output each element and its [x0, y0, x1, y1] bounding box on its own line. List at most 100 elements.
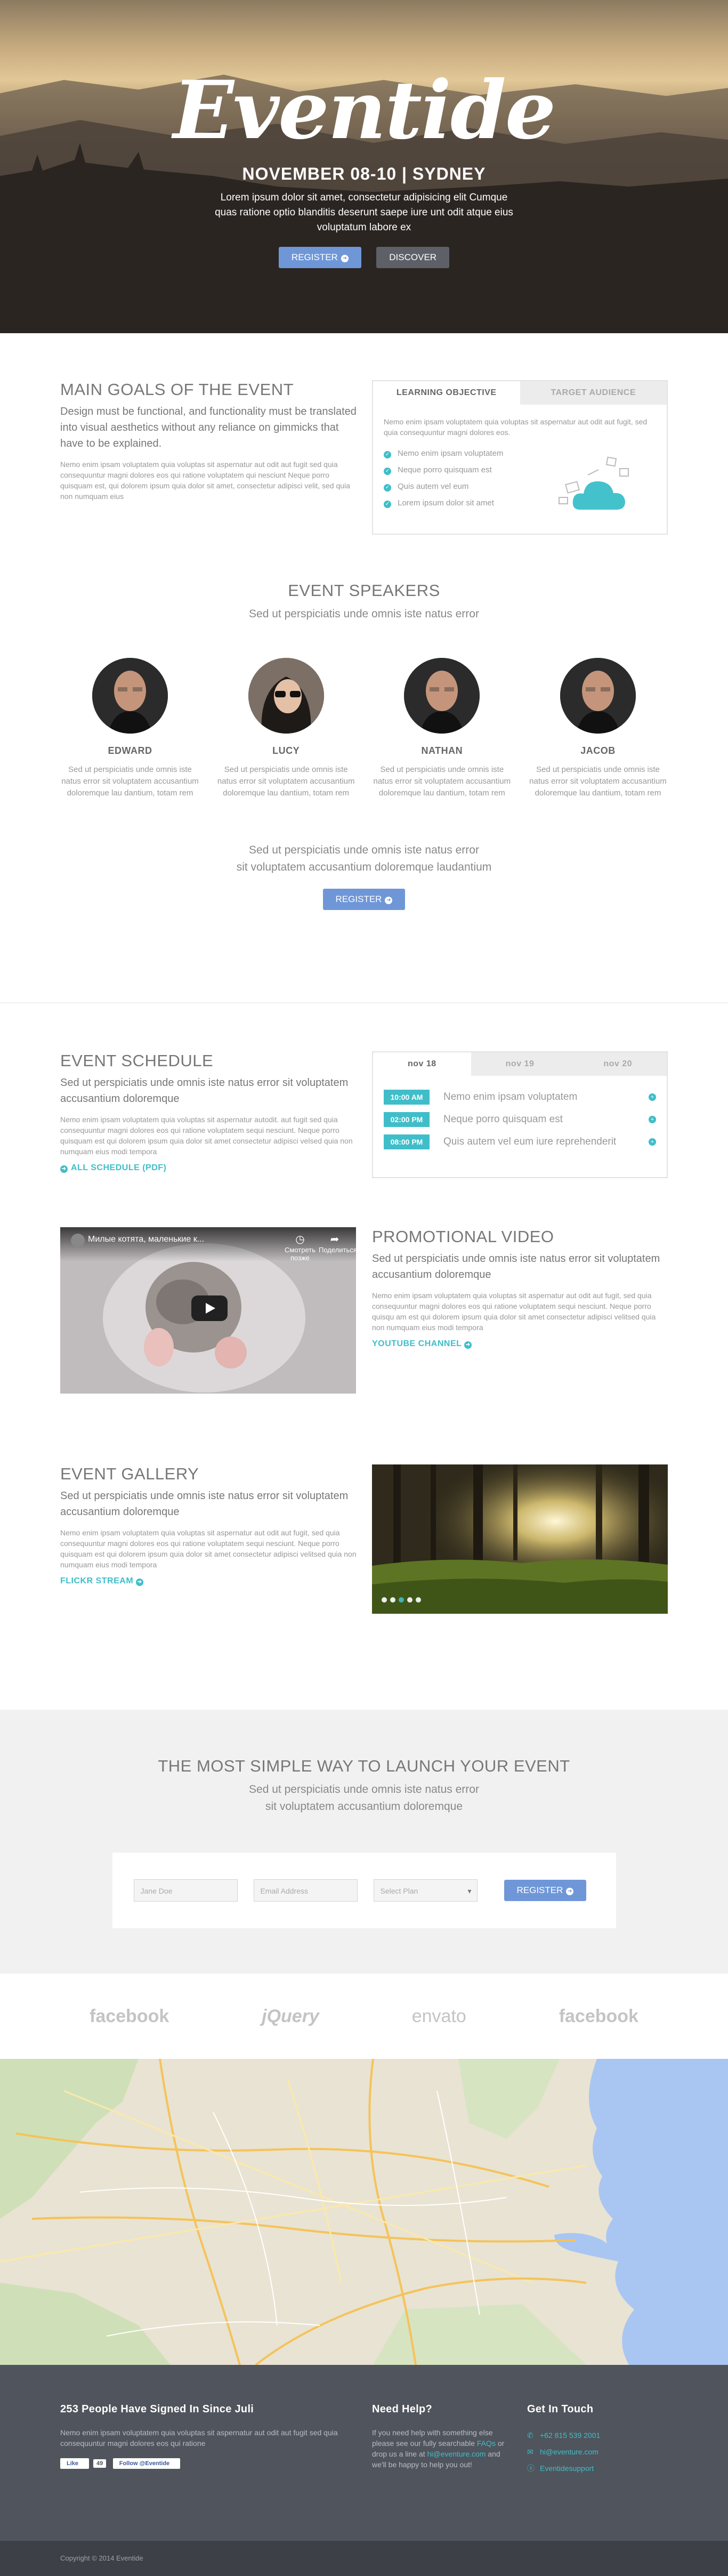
objective-item-label: Neque porro quisquam est — [398, 465, 492, 474]
gallery-body: Nemo enim ipsam voluptatem quia voluptas… — [60, 1528, 357, 1569]
tab-target-audience[interactable]: TARGET AUDIENCE — [520, 381, 667, 405]
slider-dot-active[interactable] — [399, 1597, 404, 1603]
schedule-text: EVENT SCHEDULE Sed ut perspiciatis unde … — [60, 1051, 359, 1173]
copyright-text: Copyright © 2014 Eventide — [60, 2554, 143, 2562]
form-register-label: REGISTER — [516, 1885, 563, 1895]
gallery-subtitle: Sed ut perspiciatis unde omnis iste natu… — [60, 1490, 349, 1518]
clock-icon: ◷ — [295, 1234, 305, 1245]
list-item[interactable]: ⓢ Eventidesupport — [527, 2460, 668, 2477]
channel-avatar[interactable] — [71, 1234, 85, 1247]
tab-nov-20[interactable]: nov 20 — [569, 1052, 667, 1076]
check-icon: ✓ — [384, 451, 391, 458]
jquery-logo[interactable]: jQuery — [262, 2006, 319, 2027]
hero-register-button[interactable]: REGISTER ➜ — [278, 247, 361, 268]
play-button[interactable] — [191, 1295, 228, 1321]
all-schedule-link[interactable]: ➜ ALL SCHEDULE (PDF) — [60, 1163, 359, 1173]
twitter-follow-button[interactable]: Follow @Eventide — [112, 2458, 181, 2469]
list-item[interactable]: ✉ hi@eventure.com — [527, 2444, 668, 2460]
avatar[interactable] — [404, 658, 480, 734]
watch-later-label: Смотреть позже — [285, 1246, 316, 1262]
hero-discover-button[interactable]: DISCOVER — [376, 247, 450, 268]
youtube-channel-link[interactable]: YOUTUBE CHANNEL ➜ — [372, 1339, 668, 1349]
avatar[interactable] — [248, 658, 324, 734]
list-item[interactable]: 08:00 PM Quis autem vel eum iure reprehe… — [384, 1134, 656, 1149]
location-map[interactable] — [0, 2059, 728, 2365]
flickr-stream-link[interactable]: FLICKR STREAM ➜ — [60, 1576, 359, 1586]
cloud-illustration-icon — [559, 456, 629, 510]
plus-icon[interactable]: + — [649, 1093, 656, 1101]
share-label: Поделиться — [319, 1246, 356, 1254]
avatar[interactable] — [92, 658, 168, 734]
phone-icon: ✆ — [527, 2431, 533, 2440]
signed-text: Nemo enim ipsam voluptatem quia voluptas… — [60, 2428, 338, 2448]
speaker-name: JACOB — [580, 745, 616, 756]
gallery-slider[interactable] — [372, 1464, 668, 1614]
speakers-register-label: REGISTER — [335, 894, 382, 904]
signed-title: 253 People Have Signed In Since Juli — [60, 2403, 254, 2415]
avatar[interactable] — [560, 658, 636, 734]
speaker-card: JACOB Sed ut perspiciatis unde omnis ist… — [528, 658, 668, 799]
gallery-section: EVENT GALLERY Sed ut perspiciatis unde o… — [0, 1464, 728, 1710]
video-player[interactable]: Милые котята, маленькие к... ◷ Смотреть п… — [60, 1227, 356, 1394]
join-button-wrap: REGISTER ➜ — [60, 889, 668, 910]
watch-later-button[interactable]: ◷ Смотреть позже — [281, 1233, 319, 1262]
video-body: Nemo enim ipsam voluptatem quia voluptas… — [372, 1291, 656, 1332]
speakers-title: EVENT SPEAKERS — [288, 581, 440, 600]
like-label: Like — [63, 2459, 82, 2468]
faq-link[interactable]: FAQs — [477, 2439, 496, 2448]
footer-help-col: Need Help? If you need help with somethi… — [372, 2403, 511, 2470]
tabs-header: LEARNING OBJECTIVE TARGET AUDIENCE — [373, 381, 667, 405]
register-line-2: sit voluptatem accusantium doloremque — [265, 1800, 463, 1813]
like-count: 49 — [93, 2459, 107, 2468]
tab-learning-objective[interactable]: LEARNING OBJECTIVE — [373, 381, 520, 405]
skype-icon: ⓢ — [527, 2464, 535, 2473]
footer: 253 People Have Signed In Since Juli Nem… — [0, 2365, 728, 2541]
follow-label: Follow @Eventide — [116, 2459, 173, 2468]
help-text-1: If you need help with something else ple… — [372, 2428, 493, 2448]
envato-logo[interactable]: envato — [412, 2006, 466, 2027]
form-register-button[interactable]: REGISTER ➜ — [504, 1880, 587, 1901]
facebook-logo[interactable]: facebook — [90, 2006, 169, 2027]
video-title: PROMOTIONAL VIDEO — [372, 1227, 554, 1246]
gallery-title: EVENT GALLERY — [60, 1464, 199, 1483]
email-field[interactable]: Email Address — [253, 1879, 358, 1902]
plus-icon[interactable]: + — [649, 1138, 656, 1146]
tabs-box: LEARNING OBJECTIVE TARGET AUDIENCE Nemo … — [372, 380, 668, 535]
copyright-bar: Copyright © 2014 Eventide — [0, 2541, 728, 2576]
objective-text: Nemo enim ipsam voluptatem quia voluptas… — [384, 417, 648, 437]
slider-dots — [382, 1596, 424, 1605]
help-email-link[interactable]: hi@eventure.com — [427, 2450, 486, 2458]
speaker-bio: Sed ut perspiciatis unde omnis iste natu… — [61, 765, 199, 798]
sydney-map — [0, 2059, 728, 2365]
partners-section: facebook jQuery envato facebook — [0, 1974, 728, 2059]
facebook-like-button[interactable]: Like — [60, 2458, 90, 2469]
speakers-register-button[interactable]: REGISTER ➜ — [322, 889, 406, 910]
plus-icon[interactable]: + — [649, 1116, 656, 1123]
slider-dot[interactable] — [416, 1597, 421, 1603]
name-field[interactable]: Jane Doe — [133, 1879, 238, 1902]
arrow-right-icon: ➜ — [464, 1341, 472, 1349]
list-item[interactable]: ✆ +62 815 539 2001 — [527, 2427, 668, 2444]
speaker-name: NATHAN — [421, 745, 463, 756]
tab-nov-18[interactable]: nov 18 — [373, 1052, 471, 1076]
speaker-card: LUCY Sed ut perspiciatis unde omnis iste… — [216, 658, 356, 799]
register-title: THE MOST SIMPLE WAY TO LAUNCH YOUR EVENT — [158, 1757, 570, 1775]
slider-dot[interactable] — [390, 1597, 395, 1603]
speaker-bio: Sed ut perspiciatis unde omnis iste natu… — [373, 765, 511, 798]
goals-section: MAIN GOALS OF THE EVENT Design must be f… — [0, 333, 728, 576]
check-icon: ✓ — [384, 501, 391, 508]
plan-select[interactable]: Select Plan — [373, 1879, 478, 1902]
slider-dot[interactable] — [382, 1597, 387, 1603]
contact-skype: Eventidesupport — [540, 2464, 594, 2473]
share-button[interactable]: ➦ Поделиться — [319, 1233, 356, 1254]
list-item[interactable]: 10:00 AM Nemo enim ipsam voluptatem + — [384, 1090, 656, 1105]
slider-dot[interactable] — [407, 1597, 412, 1603]
arrow-right-icon: ➜ — [566, 1888, 574, 1895]
video-player-title[interactable]: Милые котята, маленькие к... — [88, 1235, 204, 1244]
video-text: PROMOTIONAL VIDEO Sed ut perspiciatis un… — [372, 1227, 668, 1349]
speakers-subtitle: Sed ut perspiciatis unde omnis iste natu… — [249, 608, 479, 620]
hero-buttons: REGISTER ➜ DISCOVER — [0, 247, 728, 268]
tab-nov-19[interactable]: nov 19 — [471, 1052, 569, 1076]
facebook-logo[interactable]: facebook — [559, 2006, 638, 2027]
list-item[interactable]: 02:00 PM Neque porro quisquam est + — [384, 1112, 656, 1127]
